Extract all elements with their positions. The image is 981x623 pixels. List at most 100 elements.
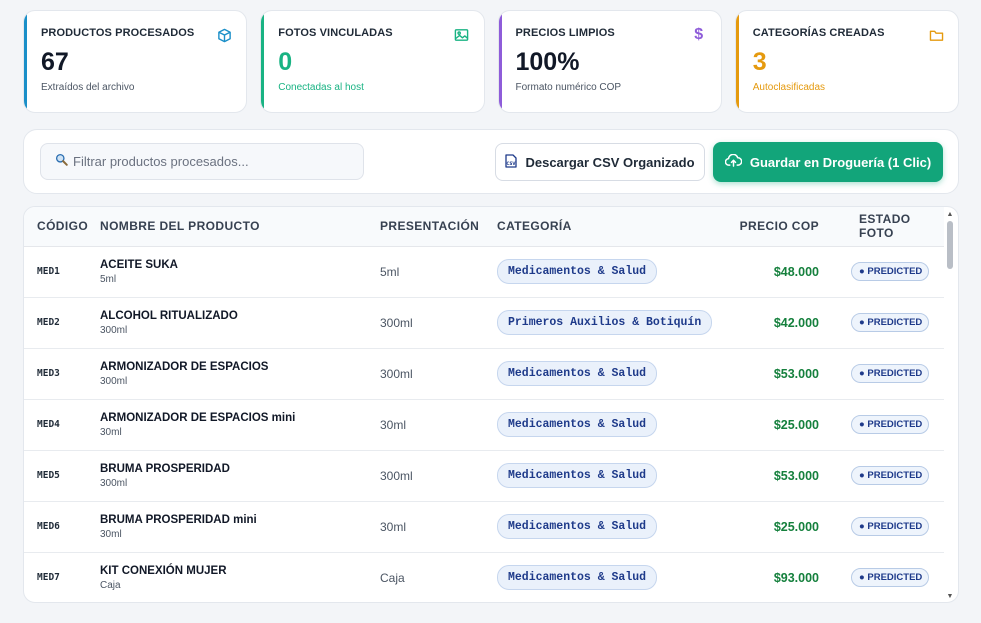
download-csv-button[interactable]: CSV Descargar CSV Organizado [495,143,705,181]
stat-title: FOTOS VINCULADAS [278,27,393,39]
search-box[interactable] [40,143,364,180]
product-price: $42.000 [735,297,845,349]
header-nombre[interactable]: NOMBRE DEL PRODUCTO [100,207,380,247]
product-size: 5ml [100,273,117,285]
product-price: $53.000 [735,450,845,502]
stat-value: 67 [41,48,69,76]
product-category-cell: Medicamentos & Salud [497,552,735,602]
card-accent [261,11,265,112]
product-name-cell: ARMONIZADOR DE ESPACIOS 300ml [100,348,380,400]
scroll-down-arrow[interactable]: ▼ [946,593,954,601]
stat-title: PRECIOS LIMPIOS [515,27,615,39]
product-name-cell: ACEITE SUKA 5ml [100,246,380,298]
product-category-cell: Medicamentos & Salud [497,348,735,400]
category-pill: Primeros Auxilios & Botiquín [497,310,713,335]
stat-title: CATEGORÍAS CREADAS [752,27,885,39]
product-price: $48.000 [735,246,845,298]
product-code: MED4 [24,399,100,451]
stat-subtitle: Extraídos del archivo [41,82,135,93]
product-name: ARMONIZADOR DE ESPACIOS mini [100,411,296,424]
photo-status-badge: ● PREDICTED [851,466,930,485]
product-name: ACEITE SUKA [100,258,178,271]
photo-status-badge: ● PREDICTED [851,517,930,536]
product-presentation: 30ml [380,501,497,553]
photo-status-cell: ● PREDICTED [845,246,944,298]
stat-value: 0 [278,48,293,76]
save-to-store-button[interactable]: Guardar en Droguería (1 Clic) [713,142,943,182]
table-row[interactable]: MED2 ALCOHOL RITUALIZADO 300ml 300ml Primero… [24,297,944,349]
header-presentacion[interactable]: PRESENTACIÓN [380,207,497,247]
download-csv-label: Descargar CSV Organizado [525,154,695,170]
product-name: ARMONIZADOR DE ESPACIOS [100,360,269,373]
category-pill: Medicamentos & Salud [497,514,658,539]
header-codigo[interactable]: CÓDIGO [24,207,100,247]
toolbar: CSV Descargar CSV Organizado Guardar en … [23,129,959,194]
card-accent [498,11,502,112]
table-row[interactable]: MED5 BRUMA PROSPERIDAD 300ml 300ml Medicamen… [24,450,944,502]
stat-value: 100% [515,48,580,76]
table-row[interactable]: MED7 KIT CONEXIÓN MUJER Caja Caja Medicament… [24,552,944,602]
product-presentation: 300ml [380,348,497,400]
product-category-cell: Medicamentos & Salud [497,501,735,553]
products-table-container[interactable]: CÓDIGO NOMBRE DEL PRODUCTO PRESENTACIÓN … [23,206,959,603]
card-accent [735,11,739,112]
category-pill: Medicamentos & Salud [497,259,658,284]
stat-subtitle: Autoclasificadas [752,82,826,93]
image-icon [454,27,470,43]
product-code: MED3 [24,348,100,400]
product-code: MED1 [24,246,100,298]
stat-card-categorias: CATEGORÍAS CREADAS 3 Autoclasificadas [734,10,959,113]
stats-row: PRODUCTOS PROCESADOS 67 Extraídos del ar… [23,10,959,113]
product-price: $53.000 [735,348,845,400]
product-name: BRUMA PROSPERIDAD mini [100,513,257,526]
scrollbar-thumb[interactable] [947,221,953,269]
vertical-scrollbar[interactable]: ▲ ▼ [944,207,956,602]
category-pill: Medicamentos & Salud [497,361,658,386]
search-input[interactable] [73,154,353,169]
stat-title: PRODUCTOS PROCESADOS [41,27,195,39]
table-row[interactable]: MED3 ARMONIZADOR DE ESPACIOS 300ml 300ml Med… [24,348,944,400]
product-category-cell: Medicamentos & Salud [497,450,735,502]
dollar-icon: $ [694,26,704,43]
photo-status-cell: ● PREDICTED [845,348,944,400]
category-pill: Medicamentos & Salud [497,565,658,590]
product-category-cell: Medicamentos & Salud [497,399,735,451]
csv-file-icon: CSV [505,153,518,171]
photo-status-badge: ● PREDICTED [851,568,930,587]
table-row[interactable]: MED4 ARMONIZADOR DE ESPACIOS mini 30ml 30ml… [24,399,944,451]
product-presentation: 30ml [380,399,497,451]
photo-status-cell: ● PREDICTED [845,399,944,451]
product-name-cell: KIT CONEXIÓN MUJER Caja [100,552,380,602]
stat-subtitle: Formato numérico COP [515,82,622,93]
product-presentation: 300ml [380,297,497,349]
photo-status-cell: ● PREDICTED [845,450,944,502]
folder-icon [928,27,944,43]
product-name: KIT CONEXIÓN MUJER [100,564,227,577]
product-code: MED6 [24,501,100,553]
product-presentation: 300ml [380,450,497,502]
product-size: Caja [100,579,121,591]
photo-status-badge: ● PREDICTED [851,262,930,281]
table-row[interactable]: MED1 ACEITE SUKA 5ml 5ml Medicamentos & Salu… [24,246,944,298]
photo-status-badge: ● PREDICTED [851,313,930,332]
product-size: 300ml [100,324,128,336]
stat-card-fotos: FOTOS VINCULADAS 0 Conectadas al host [260,10,485,113]
product-size: 300ml [100,477,128,489]
product-size: 30ml [100,528,122,540]
stat-card-productos: PRODUCTOS PROCESADOS 67 Extraídos del ar… [23,10,248,113]
product-code: MED5 [24,450,100,502]
product-code: MED7 [24,552,100,602]
header-estado-foto[interactable]: ESTADO FOTO [845,207,944,247]
header-precio[interactable]: PRECIO COP [735,207,845,247]
product-name: BRUMA PROSPERIDAD [100,462,230,475]
stat-subtitle: Conectadas al host [278,82,364,93]
header-categoria[interactable]: CATEGORÍA [497,207,735,247]
product-price: $25.000 [735,399,845,451]
product-category-cell: Primeros Auxilios & Botiquín [497,297,735,349]
table-header-row: CÓDIGO NOMBRE DEL PRODUCTO PRESENTACIÓN … [24,207,944,247]
photo-status-badge: ● PREDICTED [851,415,930,434]
table-row[interactable]: MED6 BRUMA PROSPERIDAD mini 30ml 30ml Medica… [24,501,944,553]
product-presentation: Caja [380,552,497,602]
scroll-up-arrow[interactable]: ▲ [946,211,954,219]
photo-status-cell: ● PREDICTED [845,501,944,553]
